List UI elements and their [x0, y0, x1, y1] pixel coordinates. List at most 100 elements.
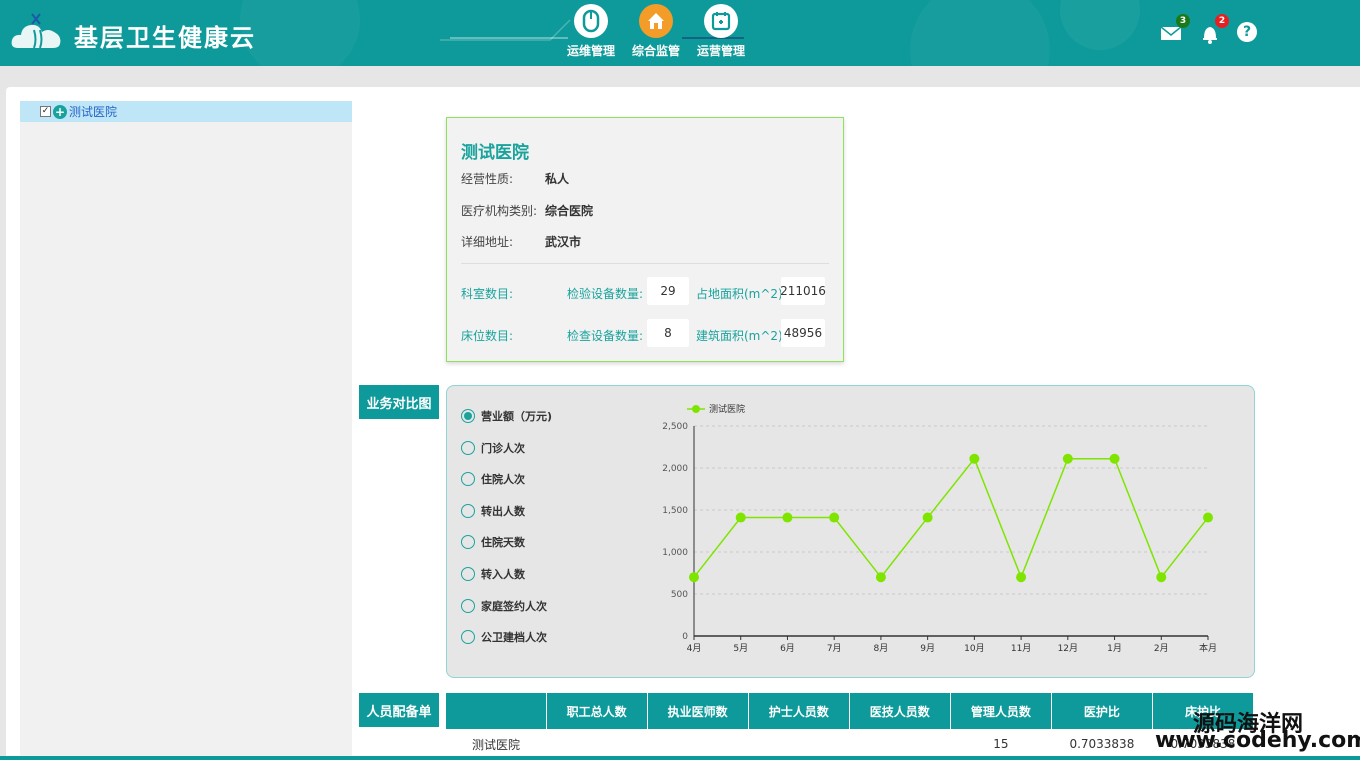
- nav-supervision[interactable]: 综合监管: [626, 4, 686, 59]
- address-label: 详细地址:: [461, 235, 514, 249]
- nav-operations[interactable]: 运营管理: [691, 4, 751, 59]
- x-tick-label: 9月: [920, 643, 935, 654]
- staff-column-header: 职工总人数: [546, 693, 648, 729]
- land-area-label: 占地面积(m^2):: [696, 287, 787, 301]
- staff-column-header: 医技人员数: [849, 693, 951, 729]
- nav-line: [450, 37, 568, 39]
- staff-column-header: 医护比: [1051, 693, 1153, 729]
- address-value: 武汉市: [545, 235, 582, 249]
- y-tick-label: 500: [671, 590, 688, 600]
- notification-count-badge: 2: [1215, 14, 1229, 28]
- tree-checkbox[interactable]: ✓: [40, 106, 51, 117]
- build-area-value: 48956: [781, 319, 825, 347]
- table-cell: [748, 729, 849, 759]
- divider: [461, 263, 829, 264]
- business-section-title: 业务对比图: [359, 385, 439, 419]
- help-button[interactable]: ?: [1237, 22, 1259, 44]
- nature-label: 经营性质:: [461, 172, 514, 186]
- watermark-line2: www.codehy.com: [1155, 728, 1360, 753]
- data-point: [1062, 453, 1073, 464]
- nav-label: 综合监管: [631, 44, 680, 58]
- data-point: [1203, 512, 1213, 523]
- content-panel: ✓ + 测试医院 测试医院 经营性质: 私人 医疗机构类别: 综合医院 详细地址…: [6, 87, 1360, 760]
- help-icon: ?: [1237, 22, 1257, 42]
- y-tick-label: 0: [682, 632, 688, 642]
- dept-count-label: 科室数目:: [461, 287, 514, 301]
- build-area-label: 建筑面积(m^2):: [696, 329, 787, 343]
- y-tick-label: 2,500: [662, 422, 688, 432]
- nav-ops-maintenance[interactable]: 运维管理: [561, 4, 621, 59]
- mail-count-badge: 3: [1176, 14, 1190, 28]
- exam-equip-label: 检查设备数量:: [567, 329, 644, 343]
- cloud-logo-icon: [11, 13, 61, 49]
- tree-node-label: 测试医院: [69, 105, 118, 119]
- hospital-info-card: 测试医院 经营性质: 私人 医疗机构类别: 综合医院 详细地址: 武汉市 科室数…: [446, 117, 844, 362]
- staff-table-body: 测试医院 15 0.7033838 0.7033838: [446, 729, 1254, 759]
- nature-value: 私人: [545, 172, 570, 186]
- category-label: 医疗机构类别:: [461, 204, 538, 218]
- x-tick-label: 8月: [874, 643, 889, 654]
- data-point: [922, 512, 933, 523]
- legend-marker: [692, 405, 700, 413]
- nav-label: 运维管理: [566, 44, 615, 58]
- table-cell: 0.7033838: [1069, 737, 1135, 751]
- staff-table-header: 职工总人数 执业医师数 护士人员数 医技人员数 管理人员数 医护比 床护比: [446, 693, 1255, 729]
- data-point: [969, 453, 980, 464]
- x-tick-label: 5月: [733, 643, 748, 654]
- table-cell: [849, 729, 950, 759]
- hospital-cross-icon: +: [53, 104, 67, 119]
- y-tick-label: 2,000: [662, 464, 688, 474]
- table-cell: 测试医院: [472, 737, 521, 752]
- staff-column-header: 护士人员数: [748, 693, 850, 729]
- nav-label: 运营管理: [696, 44, 745, 58]
- lab-equip-label: 检验设备数量:: [567, 287, 644, 301]
- legend-label: 测试医院: [709, 403, 745, 415]
- staff-column-header: 执业医师数: [647, 693, 749, 729]
- staff-table: 职工总人数 执业医师数 护士人员数 医技人员数 管理人员数 医护比 床护比 测试医院 15 0.…: [446, 693, 1255, 759]
- mail-button[interactable]: 3: [1160, 14, 1190, 44]
- x-tick-label: 1月: [1107, 643, 1122, 654]
- exam-equip-value: 8: [647, 319, 689, 347]
- x-tick-label: 11月: [1011, 643, 1031, 654]
- data-point: [689, 572, 699, 583]
- x-tick-label: 2月: [1154, 643, 1169, 654]
- x-tick-label: 12月: [1058, 643, 1078, 654]
- x-tick-label: 4月: [687, 643, 702, 654]
- series-line: [693, 457, 1209, 580]
- staff-section-title: 人员配备单: [359, 693, 439, 727]
- x-tick-label: 6月: [780, 643, 795, 654]
- data-point: [735, 512, 746, 523]
- address-row: 详细地址: 武汉市: [461, 233, 581, 250]
- brand-title: 基层卫生健康云: [74, 24, 256, 52]
- data-point: [782, 512, 793, 523]
- table-row: 测试医院 15 0.7033838 0.7033838: [446, 729, 1254, 759]
- data-point: [1109, 453, 1120, 464]
- x-tick-label: 本月: [1199, 642, 1217, 654]
- staff-column-header: [446, 693, 547, 729]
- lab-equip-value: 29: [647, 277, 689, 305]
- category-row: 医疗机构类别: 综合医院: [461, 202, 593, 219]
- x-tick-label: 7月: [827, 643, 842, 654]
- notification-button[interactable]: 2: [1199, 14, 1229, 44]
- land-area-value: 211016: [780, 277, 826, 305]
- y-tick-label: 1,500: [662, 506, 688, 516]
- category-value: 综合医院: [545, 204, 594, 218]
- bottom-bar: [0, 756, 1360, 760]
- house-icon: [639, 4, 673, 38]
- nature-row: 经营性质: 私人: [461, 170, 569, 187]
- top-header: 基层卫生健康云 运维管理 综合监管 运营管理 3 2 ?: [0, 0, 1360, 66]
- table-cell: [647, 729, 748, 759]
- tree-node-hospital[interactable]: ✓ + 测试医院: [20, 101, 352, 122]
- table-cell: [546, 729, 647, 759]
- data-point: [1156, 572, 1167, 583]
- org-tree: ✓ + 测试医院: [20, 101, 352, 760]
- hospital-name: 测试医院: [461, 143, 529, 163]
- data-point: [829, 512, 840, 523]
- data-point: [1016, 572, 1027, 583]
- data-point: [875, 572, 886, 583]
- calendar-icon: [704, 4, 738, 38]
- table-cell: 15: [993, 737, 1009, 751]
- business-chart-box: 营业额（万元) 门诊人次 住院人次 转出人数 住院天数 转入人数 家庭签约人次 公卫建档人次 …: [446, 385, 1255, 678]
- x-tick-label: 10月: [964, 643, 984, 654]
- y-tick-label: 1,000: [662, 548, 688, 558]
